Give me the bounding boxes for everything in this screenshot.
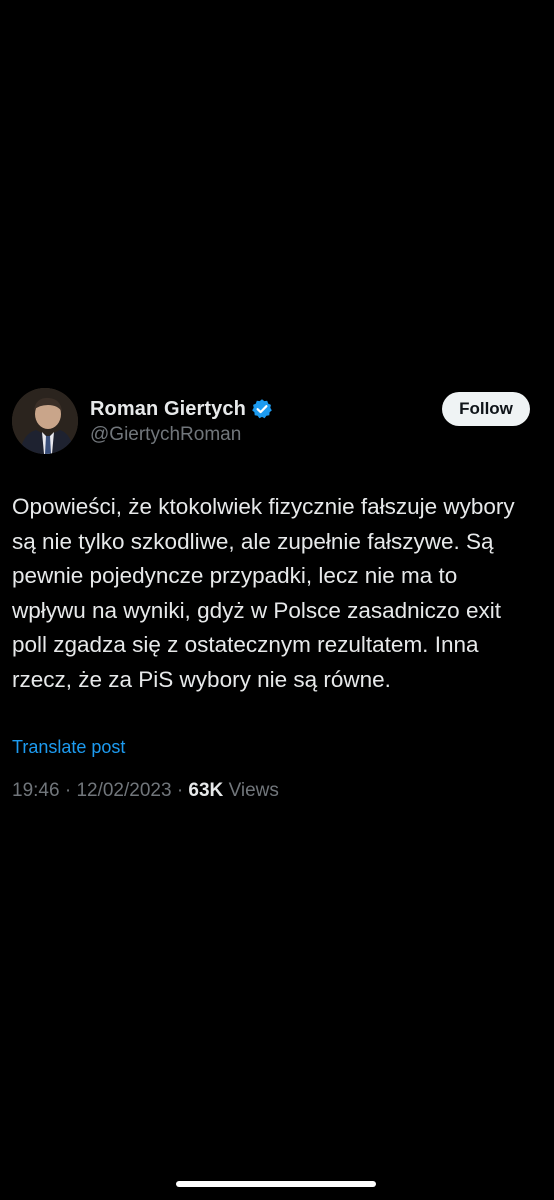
tweet-date[interactable]: 12/02/2023 (76, 780, 171, 801)
avatar[interactable] (12, 388, 78, 454)
tweet-time[interactable]: 19:46 (12, 780, 60, 801)
meta-separator: · (176, 780, 184, 801)
tweet-header: Roman Giertych @GiertychRoman Follow (12, 386, 542, 456)
author-handle[interactable]: @GiertychRoman (90, 424, 273, 446)
views-label: Views (228, 780, 279, 801)
avatar-image (12, 388, 78, 454)
views-count[interactable]: 63K (188, 780, 223, 801)
tweet: Roman Giertych @GiertychRoman Follow Opo… (12, 386, 542, 802)
author-display-name[interactable]: Roman Giertych (90, 398, 246, 421)
translate-post-link[interactable]: Translate post (12, 737, 542, 758)
tweet-metadata: 19:46 · 12/02/2023 · 63K Views (12, 780, 542, 802)
tweet-text: Opowieści, że ktokolwiek fizycznie fałsz… (12, 494, 515, 692)
follow-button[interactable]: Follow (442, 392, 530, 426)
meta-separator: · (64, 780, 72, 801)
verified-badge-icon (251, 398, 273, 420)
display-name-row: Roman Giertych (90, 396, 273, 422)
home-indicator[interactable] (176, 1181, 376, 1187)
author-names: Roman Giertych @GiertychRoman (90, 396, 273, 446)
